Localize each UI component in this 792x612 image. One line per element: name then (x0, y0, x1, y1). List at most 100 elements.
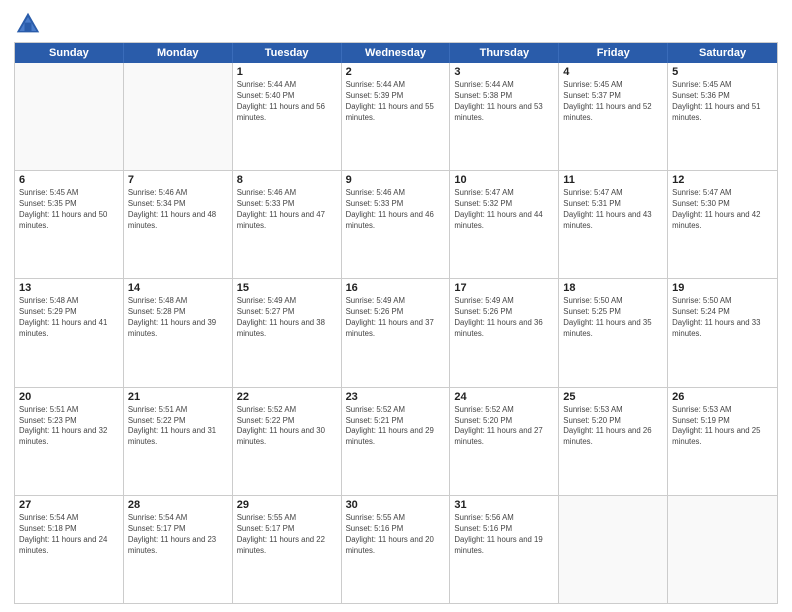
sun-info: Sunrise: 5:55 AM Sunset: 5:16 PM Dayligh… (346, 513, 446, 557)
calendar-cell: 14 Sunrise: 5:48 AM Sunset: 5:28 PM Dayli… (124, 279, 233, 386)
calendar-cell: 22 Sunrise: 5:52 AM Sunset: 5:22 PM Dayli… (233, 388, 342, 495)
day-number: 23 (346, 391, 446, 403)
sun-info: Sunrise: 5:52 AM Sunset: 5:20 PM Dayligh… (454, 405, 554, 449)
header-day-tuesday: Tuesday (233, 43, 342, 63)
sun-info: Sunrise: 5:52 AM Sunset: 5:22 PM Dayligh… (237, 405, 337, 449)
day-number: 8 (237, 174, 337, 186)
calendar-cell: 21 Sunrise: 5:51 AM Sunset: 5:22 PM Dayli… (124, 388, 233, 495)
calendar-cell: 4 Sunrise: 5:45 AM Sunset: 5:37 PM Daylig… (559, 63, 668, 170)
sun-info: Sunrise: 5:46 AM Sunset: 5:33 PM Dayligh… (346, 188, 446, 232)
calendar-cell: 16Sunrise: 5:49 AM Sunset: 5:26 PM Dayli… (342, 279, 451, 386)
calendar-row-0: 1Sunrise: 5:44 AM Sunset: 5:40 PM Daylig… (15, 63, 777, 170)
sun-info: Sunrise: 5:48 AM Sunset: 5:28 PM Dayligh… (128, 296, 228, 340)
calendar-cell: 7 Sunrise: 5:46 AM Sunset: 5:34 PM Daylig… (124, 171, 233, 278)
day-number: 27 (19, 499, 119, 511)
sun-info: Sunrise: 5:44 AM Sunset: 5:39 PM Dayligh… (346, 80, 446, 124)
calendar-cell: 8Sunrise: 5:46 AM Sunset: 5:33 PM Daylig… (233, 171, 342, 278)
day-number: 7 (128, 174, 228, 186)
sun-info: Sunrise: 5:45 AM Sunset: 5:35 PM Dayligh… (19, 188, 119, 232)
day-number: 26 (672, 391, 773, 403)
day-number: 14 (128, 282, 228, 294)
day-number: 25 (563, 391, 663, 403)
day-number: 2 (346, 66, 446, 78)
calendar-cell: 6Sunrise: 5:45 AM Sunset: 5:35 PM Daylig… (15, 171, 124, 278)
calendar-cell: 5Sunrise: 5:45 AM Sunset: 5:36 PM Daylig… (668, 63, 777, 170)
calendar-cell: 24 Sunrise: 5:52 AM Sunset: 5:20 PM Dayli… (450, 388, 559, 495)
day-number: 24 (454, 391, 554, 403)
calendar-cell (668, 496, 777, 603)
calendar-row-1: 6Sunrise: 5:45 AM Sunset: 5:35 PM Daylig… (15, 170, 777, 278)
calendar-cell (15, 63, 124, 170)
calendar: SundayMondayTuesdayWednesdayThursdayFrid… (14, 42, 778, 604)
calendar-cell: 15 Sunrise: 5:49 AM Sunset: 5:27 PM Dayli… (233, 279, 342, 386)
sun-info: Sunrise: 5:53 AM Sunset: 5:20 PM Dayligh… (563, 405, 663, 449)
calendar-row-3: 20 Sunrise: 5:51 AM Sunset: 5:23 PM Dayli… (15, 387, 777, 495)
calendar-cell: 18 Sunrise: 5:50 AM Sunset: 5:25 PM Dayli… (559, 279, 668, 386)
sun-info: Sunrise: 5:49 AM Sunset: 5:26 PM Dayligh… (454, 296, 554, 340)
sun-info: Sunrise: 5:46 AM Sunset: 5:34 PM Dayligh… (128, 188, 228, 232)
sun-info: Sunrise: 5:51 AM Sunset: 5:23 PM Dayligh… (19, 405, 119, 449)
calendar-cell: 20 Sunrise: 5:51 AM Sunset: 5:23 PM Dayli… (15, 388, 124, 495)
sun-info: Sunrise: 5:44 AM Sunset: 5:40 PM Dayligh… (237, 80, 337, 124)
calendar-row-4: 27 Sunrise: 5:54 AM Sunset: 5:18 PM Dayli… (15, 495, 777, 603)
day-number: 28 (128, 499, 228, 511)
calendar-cell: 3Sunrise: 5:44 AM Sunset: 5:38 PM Daylig… (450, 63, 559, 170)
day-number: 30 (346, 499, 446, 511)
logo (14, 10, 46, 38)
calendar-cell: 19 Sunrise: 5:50 AM Sunset: 5:24 PM Dayli… (668, 279, 777, 386)
calendar-cell (124, 63, 233, 170)
day-number: 20 (19, 391, 119, 403)
day-number: 15 (237, 282, 337, 294)
calendar-body: 1Sunrise: 5:44 AM Sunset: 5:40 PM Daylig… (15, 63, 777, 603)
calendar-cell: 12 Sunrise: 5:47 AM Sunset: 5:30 PM Dayli… (668, 171, 777, 278)
calendar-cell: 2 Sunrise: 5:44 AM Sunset: 5:39 PM Daylig… (342, 63, 451, 170)
sun-info: Sunrise: 5:47 AM Sunset: 5:32 PM Dayligh… (454, 188, 554, 232)
calendar-cell: 23 Sunrise: 5:52 AM Sunset: 5:21 PM Dayli… (342, 388, 451, 495)
day-number: 3 (454, 66, 554, 78)
header-day-saturday: Saturday (668, 43, 777, 63)
sun-info: Sunrise: 5:49 AM Sunset: 5:26 PM Dayligh… (346, 296, 446, 340)
sun-info: Sunrise: 5:47 AM Sunset: 5:31 PM Dayligh… (563, 188, 663, 232)
header-day-thursday: Thursday (450, 43, 559, 63)
day-number: 12 (672, 174, 773, 186)
sun-info: Sunrise: 5:45 AM Sunset: 5:37 PM Dayligh… (563, 80, 663, 124)
sun-info: Sunrise: 5:54 AM Sunset: 5:18 PM Dayligh… (19, 513, 119, 557)
sun-info: Sunrise: 5:55 AM Sunset: 5:17 PM Dayligh… (237, 513, 337, 557)
day-number: 10 (454, 174, 554, 186)
calendar-cell: 26 Sunrise: 5:53 AM Sunset: 5:19 PM Dayli… (668, 388, 777, 495)
calendar-cell: 29 Sunrise: 5:55 AM Sunset: 5:17 PM Dayli… (233, 496, 342, 603)
calendar-cell: 27 Sunrise: 5:54 AM Sunset: 5:18 PM Dayli… (15, 496, 124, 603)
sun-info: Sunrise: 5:45 AM Sunset: 5:36 PM Dayligh… (672, 80, 773, 124)
day-number: 31 (454, 499, 554, 511)
day-number: 17 (454, 282, 554, 294)
day-number: 9 (346, 174, 446, 186)
day-number: 22 (237, 391, 337, 403)
header-day-wednesday: Wednesday (342, 43, 451, 63)
calendar-cell: 10 Sunrise: 5:47 AM Sunset: 5:32 PM Dayli… (450, 171, 559, 278)
calendar-cell: 30 Sunrise: 5:55 AM Sunset: 5:16 PM Dayli… (342, 496, 451, 603)
day-number: 19 (672, 282, 773, 294)
day-number: 4 (563, 66, 663, 78)
sun-info: Sunrise: 5:47 AM Sunset: 5:30 PM Dayligh… (672, 188, 773, 232)
logo-icon (14, 10, 42, 38)
header (14, 10, 778, 38)
sun-info: Sunrise: 5:53 AM Sunset: 5:19 PM Dayligh… (672, 405, 773, 449)
day-number: 29 (237, 499, 337, 511)
calendar-cell: 17 Sunrise: 5:49 AM Sunset: 5:26 PM Dayli… (450, 279, 559, 386)
calendar-cell (559, 496, 668, 603)
sun-info: Sunrise: 5:50 AM Sunset: 5:25 PM Dayligh… (563, 296, 663, 340)
calendar-cell: 25 Sunrise: 5:53 AM Sunset: 5:20 PM Dayli… (559, 388, 668, 495)
sun-info: Sunrise: 5:51 AM Sunset: 5:22 PM Dayligh… (128, 405, 228, 449)
day-number: 13 (19, 282, 119, 294)
sun-info: Sunrise: 5:49 AM Sunset: 5:27 PM Dayligh… (237, 296, 337, 340)
day-number: 21 (128, 391, 228, 403)
calendar-header: SundayMondayTuesdayWednesdayThursdayFrid… (15, 43, 777, 63)
day-number: 11 (563, 174, 663, 186)
day-number: 18 (563, 282, 663, 294)
sun-info: Sunrise: 5:50 AM Sunset: 5:24 PM Dayligh… (672, 296, 773, 340)
sun-info: Sunrise: 5:52 AM Sunset: 5:21 PM Dayligh… (346, 405, 446, 449)
sun-info: Sunrise: 5:48 AM Sunset: 5:29 PM Dayligh… (19, 296, 119, 340)
sun-info: Sunrise: 5:56 AM Sunset: 5:16 PM Dayligh… (454, 513, 554, 557)
sun-info: Sunrise: 5:54 AM Sunset: 5:17 PM Dayligh… (128, 513, 228, 557)
calendar-cell: 9 Sunrise: 5:46 AM Sunset: 5:33 PM Daylig… (342, 171, 451, 278)
